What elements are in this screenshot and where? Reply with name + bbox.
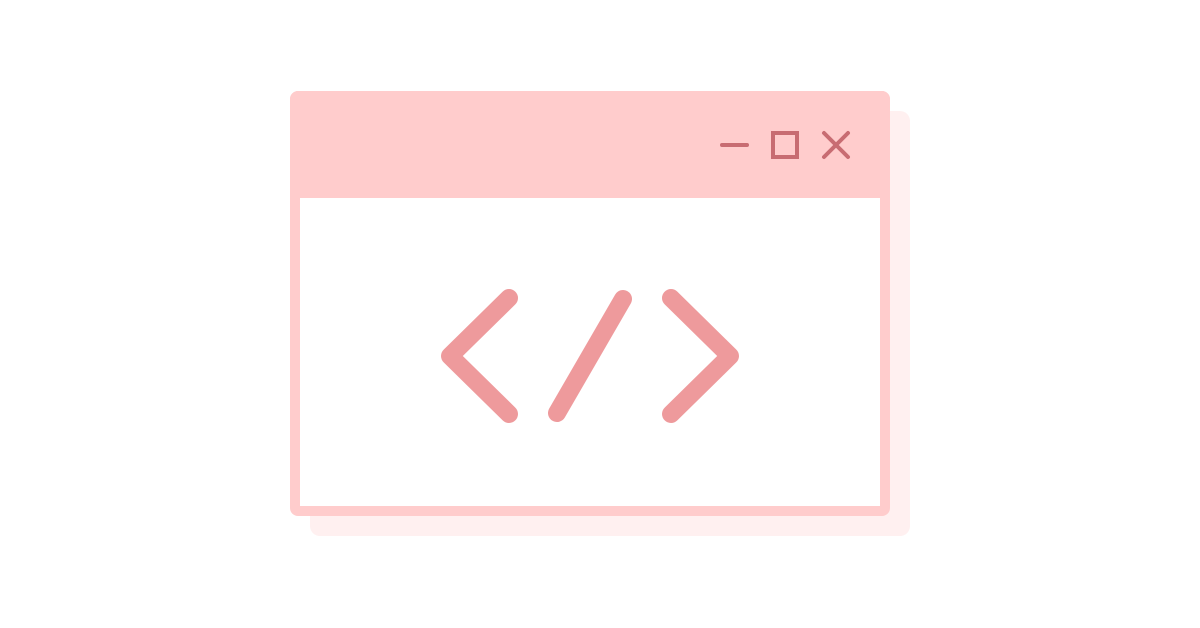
illustration-canvas [0,0,1200,628]
window-controls [290,91,890,198]
minimize-icon [720,143,749,147]
right-angle-bracket [662,289,739,423]
code-brackets-icon [441,289,739,423]
forward-slash [548,290,632,422]
close-button[interactable] [818,127,854,163]
left-angle-bracket [441,289,518,423]
minimize-button[interactable] [716,127,752,163]
maximize-button[interactable] [767,127,803,163]
close-icon [822,131,850,159]
maximize-icon [771,131,799,159]
app-window [290,91,890,516]
window-content [300,198,880,506]
